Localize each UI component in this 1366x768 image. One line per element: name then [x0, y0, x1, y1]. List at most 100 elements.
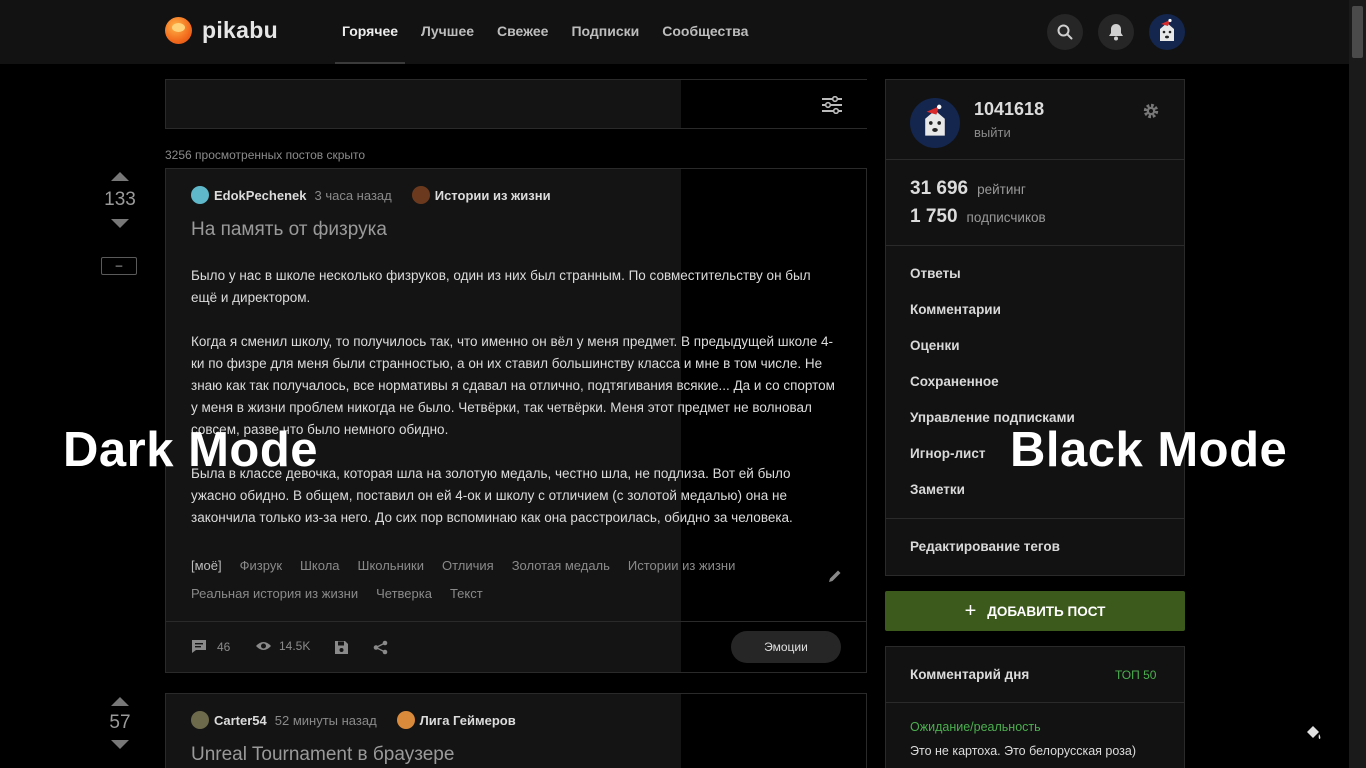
- tag[interactable]: Физрук: [240, 558, 282, 573]
- tag[interactable]: Истории из жизни: [628, 558, 735, 573]
- main-nav: Горячее Лучшее Свежее Подписки Сообществ…: [335, 0, 764, 64]
- edit-pencil-icon[interactable]: [828, 569, 842, 583]
- post-community[interactable]: Лига Геймеров: [396, 711, 516, 729]
- community-name[interactable]: Лига Геймеров: [420, 713, 516, 728]
- scrollbar-thumb[interactable]: [1352, 6, 1363, 58]
- dark-mode-label: Dark Mode: [63, 423, 319, 477]
- comments-counter[interactable]: 46: [191, 639, 230, 654]
- post-author[interactable]: Carter54: [214, 713, 267, 728]
- user-avatar[interactable]: [1149, 14, 1185, 50]
- post-meta: EdokPechenek 3 часа назад Истории из жиз…: [191, 186, 551, 204]
- tag[interactable]: Золотая медаль: [512, 558, 610, 573]
- add-post-label: ДОБАВИТЬ ПОСТ: [987, 603, 1106, 619]
- post-time: 3 часа назад: [314, 187, 392, 203]
- post-card: EdokPechenek 3 часа назад Истории из жиз…: [165, 168, 867, 673]
- comment-post-link[interactable]: Ожидание/реальность: [910, 720, 1041, 734]
- subscribers-value: 1 750: [910, 206, 958, 227]
- upvote-icon[interactable]: [111, 172, 129, 181]
- subscribers-stat[interactable]: 1 750 подписчиков: [910, 206, 1046, 228]
- downvote-icon[interactable]: [111, 740, 129, 749]
- post-author[interactable]: EdokPechenek: [214, 188, 307, 203]
- filter-settings-icon[interactable]: [821, 96, 843, 114]
- post-community[interactable]: Истории из жизни: [411, 186, 551, 204]
- menu-ratings[interactable]: Оценки: [910, 338, 960, 353]
- post-footer: 46 14.5K Эмоции: [166, 621, 866, 672]
- post-paragraph: Было у нас в школе несколько физруков, о…: [191, 268, 811, 305]
- tab-fresh[interactable]: Свежее: [490, 0, 555, 64]
- logo-icon: [165, 17, 192, 44]
- post-card: Carter54 52 минуты назад Лига Геймеров U…: [165, 693, 867, 768]
- menu-comments[interactable]: Комментарии: [910, 302, 1001, 317]
- share-icon[interactable]: [373, 640, 388, 655]
- top-header: pikabu Горячее Лучшее Свежее Подписки Со…: [0, 0, 1366, 64]
- tag[interactable]: Школьники: [358, 558, 424, 573]
- tag[interactable]: [моё]: [191, 558, 222, 573]
- logo-text: pikabu: [202, 17, 278, 43]
- menu-answers[interactable]: Ответы: [910, 266, 961, 281]
- collapse-post-button[interactable]: –: [101, 257, 137, 275]
- tab-communities[interactable]: Сообщества: [655, 0, 755, 64]
- menu-notes[interactable]: Заметки: [910, 482, 965, 497]
- comment-text: Это не картоха. Это белорусская роза): [910, 744, 1137, 758]
- tab-hot[interactable]: Горячее: [335, 0, 406, 64]
- profile-avatar[interactable]: [910, 98, 960, 148]
- post-time: 52 минуты назад: [274, 712, 377, 728]
- emotions-button[interactable]: Эмоции: [731, 631, 841, 663]
- post-title[interactable]: На память от физрука: [191, 219, 387, 241]
- paint-bucket-icon[interactable]: [1305, 724, 1323, 742]
- edit-tags-link[interactable]: Редактирование тегов: [910, 539, 1060, 554]
- comment-icon: [192, 640, 206, 653]
- black-mode-label: Black Mode: [1010, 423, 1288, 477]
- post-tags: [моё] Физрук Школа Школьники Отличия Золотая …: [191, 552, 791, 608]
- post-rating: 57: [109, 712, 131, 733]
- tab-subscriptions[interactable]: Подписки: [564, 0, 646, 64]
- comment-of-day-title: Комментарий дня: [910, 667, 1030, 682]
- save-icon[interactable]: [334, 640, 349, 655]
- menu-saved[interactable]: Сохраненное: [910, 374, 999, 389]
- profile-card: 1041618 выйти 31 696 рейтинг 1 750 подпи…: [885, 79, 1185, 576]
- tag[interactable]: Школа: [300, 558, 340, 573]
- community-name[interactable]: Истории из жизни: [435, 188, 551, 203]
- comment-of-day-card: Комментарий дня ТОП 50 Ожидание/реальнос…: [885, 646, 1185, 768]
- community-icon: [396, 711, 415, 729]
- hidden-posts-note[interactable]: 3256 просмотренных постов скрыто: [165, 148, 365, 162]
- gear-icon[interactable]: [1142, 102, 1160, 120]
- add-post-button[interactable]: + ДОБАВИТЬ ПОСТ: [885, 591, 1185, 631]
- author-avatar[interactable]: [191, 186, 209, 204]
- rating-stat: 31 696 рейтинг: [910, 178, 1026, 200]
- dog-avatar-icon: [925, 104, 945, 136]
- post-body: Было у нас в школе несколько физруков, о…: [191, 265, 836, 551]
- tag[interactable]: Текст: [450, 586, 483, 601]
- upvote-icon[interactable]: [111, 697, 129, 706]
- downvote-icon[interactable]: [111, 219, 129, 228]
- rating-label: рейтинг: [977, 182, 1026, 197]
- eye-icon: [256, 642, 271, 650]
- notifications-button[interactable]: [1098, 14, 1134, 50]
- views-counter: 14.5K: [255, 639, 310, 653]
- views-count: 14.5K: [279, 639, 311, 653]
- rating-value: 31 696: [910, 178, 969, 199]
- plus-icon: +: [964, 600, 977, 622]
- author-avatar[interactable]: [191, 711, 209, 729]
- search-button[interactable]: [1047, 14, 1083, 50]
- tab-best[interactable]: Лучшее: [414, 0, 481, 64]
- community-icon: [411, 186, 430, 204]
- tag[interactable]: Четверка: [376, 586, 432, 601]
- scrollbar[interactable]: [1349, 0, 1366, 768]
- subscribers-label: подписчиков: [966, 210, 1046, 225]
- pikabu-logo[interactable]: pikabu: [165, 17, 278, 44]
- search-icon: [1057, 24, 1073, 40]
- top-50-link[interactable]: ТОП 50: [1115, 668, 1156, 682]
- post-meta: Carter54 52 минуты назад Лига Геймеров: [191, 711, 516, 729]
- logout-link[interactable]: выйти: [974, 125, 1011, 140]
- profile-username[interactable]: 1041618: [974, 99, 1044, 120]
- tag[interactable]: Реальная история из жизни: [191, 586, 358, 601]
- menu-ignore-list[interactable]: Игнор-лист: [910, 446, 985, 461]
- bell-icon: [1109, 24, 1123, 41]
- post-title[interactable]: Unreal Tournament в браузере: [191, 744, 454, 766]
- post-rating: 133: [104, 189, 136, 210]
- comments-count: 46: [217, 639, 231, 654]
- tag[interactable]: Отличия: [442, 558, 494, 573]
- post-vote-panel: 133: [100, 172, 140, 228]
- dog-avatar-icon: [1160, 18, 1174, 41]
